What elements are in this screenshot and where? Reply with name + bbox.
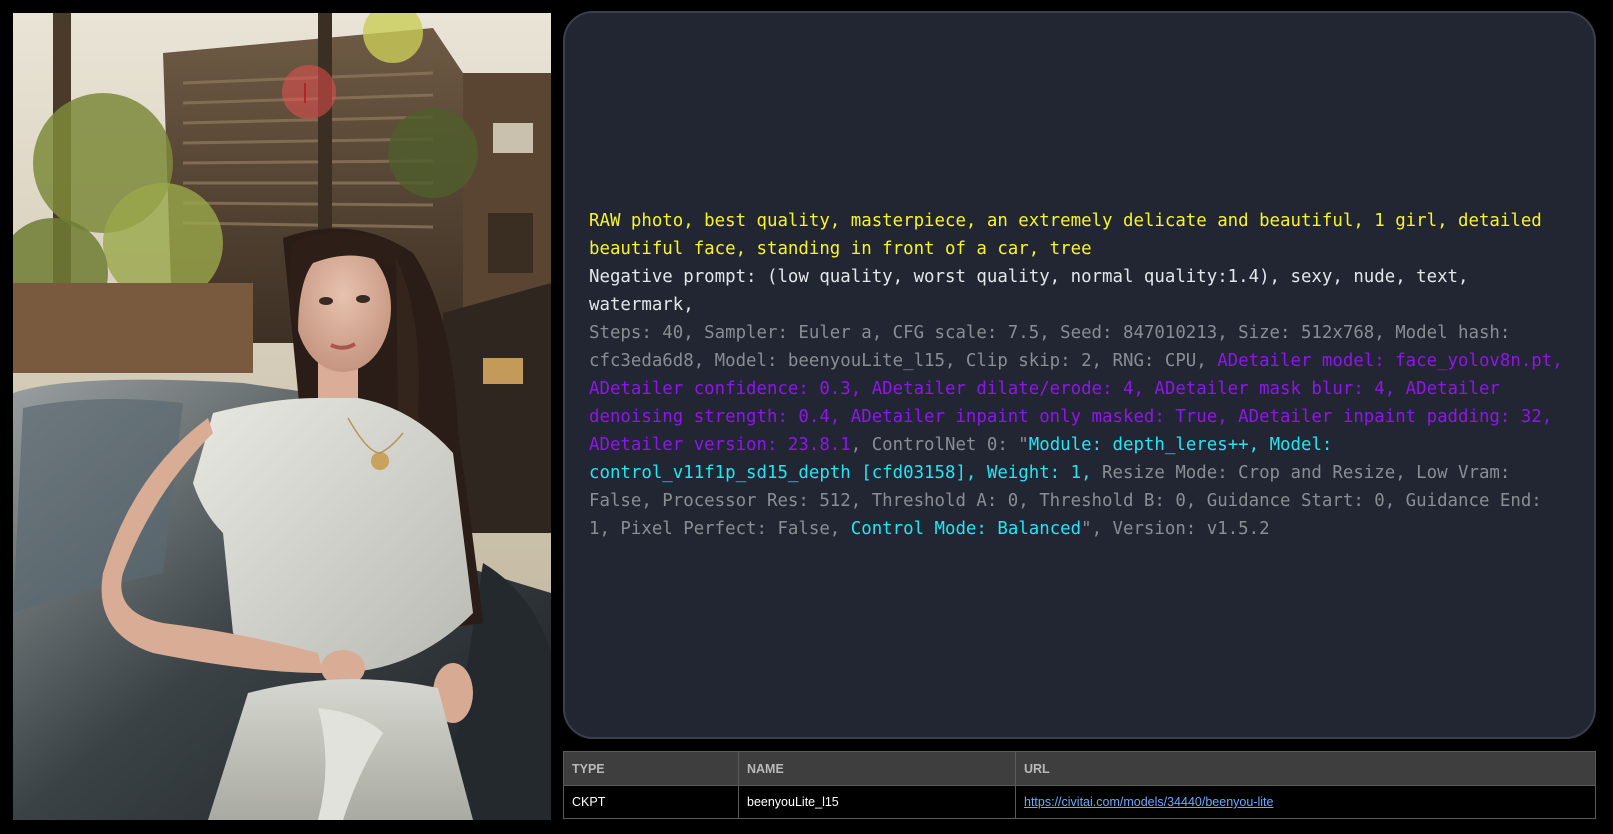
negative-prompt: Negative prompt: (low quality, worst qua… [589, 267, 1469, 315]
positive-prompt: RAW photo, best quality, masterpiece, an… [589, 211, 1542, 259]
resources-table: TYPE NAME URL CKPT beenyouLite_l15 https… [563, 751, 1596, 819]
column-header-type: TYPE [563, 751, 739, 786]
control-mode: Control Mode: Balanced [850, 519, 1082, 539]
cell-url: https://civitai.com/models/34440/beenyou… [1015, 785, 1596, 819]
red-cursor-marker-icon [282, 65, 336, 119]
generated-image [13, 13, 551, 820]
generated-image-illustration [13, 13, 551, 820]
cell-name: beenyouLite_l15 [738, 785, 1016, 819]
controlnet-prefix: , ControlNet 0: " [850, 435, 1029, 455]
cell-type: CKPT [563, 785, 739, 819]
table-header-row: TYPE NAME URL [563, 751, 1596, 786]
model-url-link[interactable]: https://civitai.com/models/34440/beenyou… [1024, 795, 1273, 809]
prompt-panel: RAW photo, best quality, masterpiece, an… [563, 11, 1596, 739]
version-suffix: ", Version: v1.5.2 [1081, 519, 1270, 539]
generation-parameters: Steps: 40, Sampler: Euler a, CFG scale: … [589, 319, 1572, 543]
table-row: CKPT beenyouLite_l15 https://civitai.com… [563, 785, 1596, 819]
column-header-url: URL [1015, 751, 1596, 786]
column-header-name: NAME [738, 751, 1016, 786]
generation-info-text: RAW photo, best quality, masterpiece, an… [589, 207, 1572, 543]
